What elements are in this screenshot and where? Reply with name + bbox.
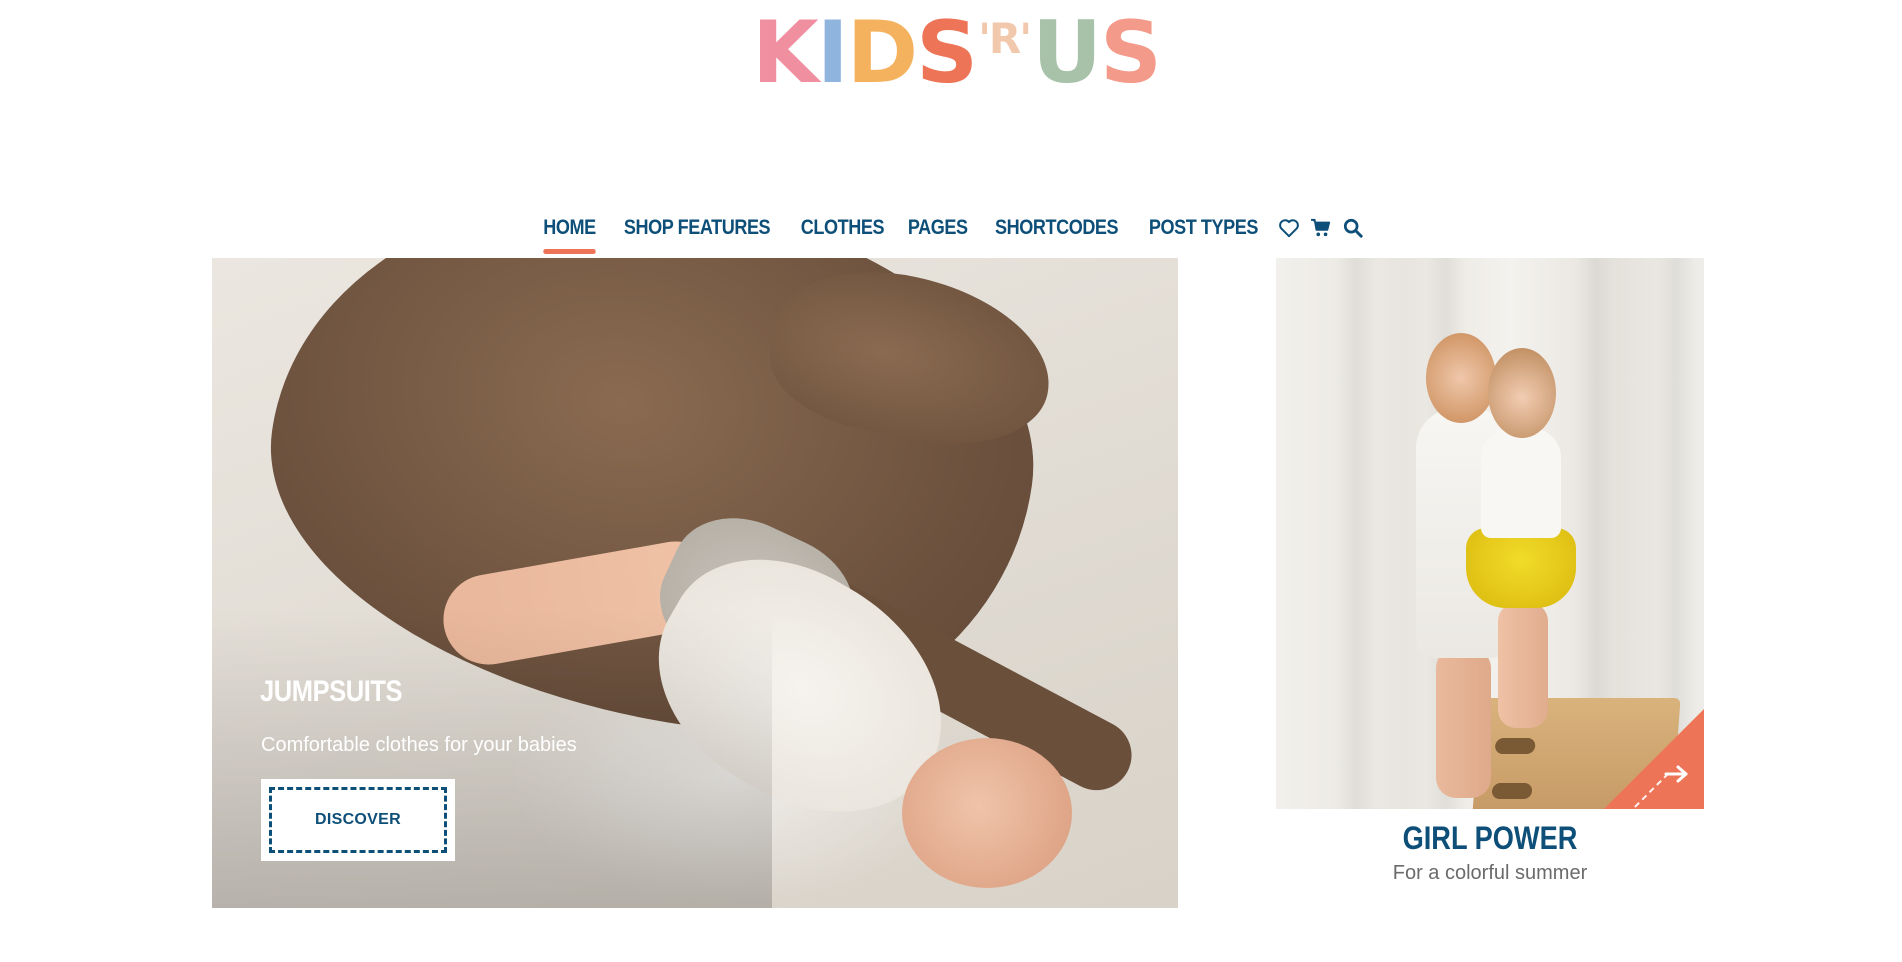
girl-right-head — [1488, 348, 1556, 438]
box-handle — [1491, 783, 1533, 799]
nav-item-home[interactable]: HOME — [543, 216, 596, 254]
nav-item-pages[interactable]: PAGES — [908, 216, 968, 240]
logo-letter-s2: S — [1099, 3, 1162, 103]
nav-item-shortcodes[interactable]: SHORTCODES — [995, 216, 1119, 240]
main-nav: HOME SHOP FEATURES CLOTHES PAGES SHORTCO… — [0, 204, 1902, 254]
heart-icon[interactable] — [1276, 215, 1302, 241]
discover-button[interactable]: DISCOVER — [261, 779, 455, 861]
girl-left-head — [1426, 333, 1496, 423]
logo-letter-i: I — [816, 3, 849, 103]
girl-power-image[interactable] — [1276, 258, 1704, 809]
hero-title: JUMPSUITS — [260, 675, 403, 708]
hero-shade — [212, 608, 772, 908]
curtain-fold — [1336, 258, 1376, 809]
search-icon[interactable] — [1340, 215, 1366, 241]
baby-head-shape — [902, 738, 1072, 888]
girl-right-top — [1481, 428, 1561, 538]
card-subtitle: For a colorful summer — [1392, 862, 1588, 884]
arrow-right-icon[interactable] — [1662, 759, 1692, 789]
box-handle — [1494, 738, 1536, 754]
discover-button-label: DISCOVER — [269, 787, 447, 853]
nav-item-clothes[interactable]: CLOTHES — [801, 216, 885, 240]
card-title[interactable]: GIRL POWER — [1308, 820, 1672, 857]
hero-subtitle: Comfortable clothes for your babies — [261, 734, 577, 756]
nav-item-post-types[interactable]: POST TYPES — [1149, 216, 1259, 240]
logo-letter-u: U — [1032, 3, 1102, 103]
cart-icon[interactable] — [1308, 215, 1334, 241]
girl-right-skirt — [1466, 528, 1576, 608]
logo-letter-s: S — [916, 3, 978, 103]
nav-item-shop-features[interactable]: SHOP FEATURES — [624, 216, 771, 240]
girl-left-legs — [1436, 648, 1491, 798]
site-logo[interactable]: K I D S 'R' U S — [752, 3, 1162, 103]
girl-right-legs — [1498, 603, 1548, 728]
logo-letter-k: K — [752, 3, 819, 103]
logo-letter-r: 'R' — [978, 14, 1032, 63]
logo-letter-d: D — [846, 3, 918, 103]
